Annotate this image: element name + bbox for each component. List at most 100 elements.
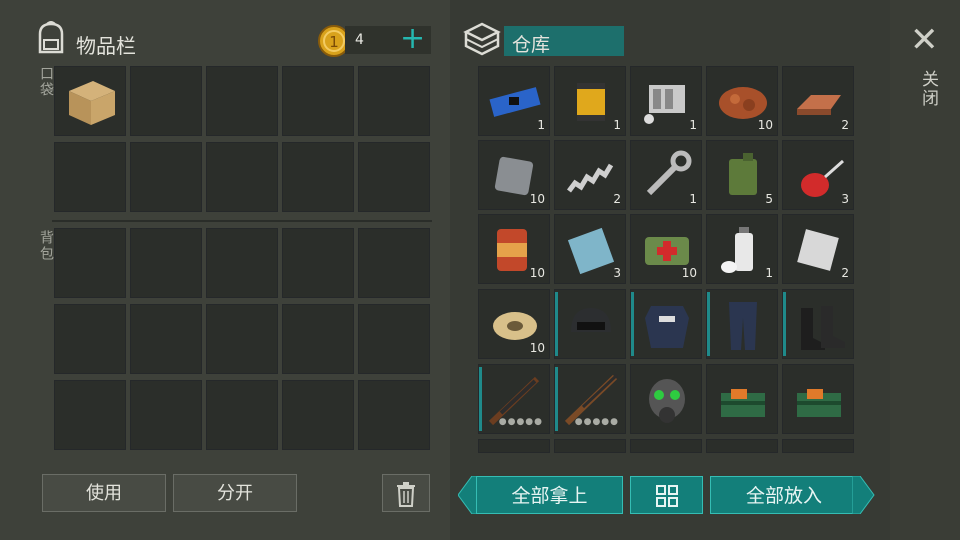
- pocket-slot[interactable]: [358, 142, 430, 212]
- trash-icon: [397, 482, 415, 507]
- item-count: 3: [841, 192, 849, 206]
- item-count: 5: [765, 192, 773, 206]
- item-count: 1: [613, 118, 621, 132]
- storage-slot[interactable]: 10: [630, 214, 702, 284]
- item-count: 3: [613, 266, 621, 280]
- close-button[interactable]: ✕: [910, 20, 939, 60]
- storage-slot[interactable]: ●●●●●: [554, 364, 626, 434]
- storage-slot[interactable]: 10: [478, 289, 550, 359]
- add-coins-button[interactable]: +: [400, 22, 425, 56]
- storage-slot[interactable]: 10: [478, 140, 550, 210]
- storage-slot[interactable]: 1: [630, 140, 702, 210]
- backpack-slot[interactable]: [358, 304, 430, 374]
- pocket-slot[interactable]: [358, 66, 430, 136]
- storage-slot[interactable]: [706, 439, 778, 453]
- storage-slot[interactable]: 2: [782, 214, 854, 284]
- backpack-slot[interactable]: [206, 228, 278, 298]
- storage-slot[interactable]: [782, 289, 854, 359]
- storage-slot[interactable]: [630, 439, 702, 453]
- backpack-slot[interactable]: [130, 228, 202, 298]
- ammo-dots: ●●●●●: [574, 417, 619, 427]
- storage-slot[interactable]: [630, 364, 702, 434]
- item-count: 2: [841, 266, 849, 280]
- backpack-slot[interactable]: [358, 228, 430, 298]
- circuit-board-icon: [489, 87, 541, 117]
- storage-slot[interactable]: [478, 439, 550, 453]
- storage-slot[interactable]: [706, 289, 778, 359]
- copper-ingot-icon: [797, 95, 841, 115]
- body-armor-icon: [645, 306, 689, 348]
- backpack-slot[interactable]: [54, 228, 126, 298]
- backpack-slot[interactable]: [130, 304, 202, 374]
- steel-sheet-icon: [797, 229, 839, 271]
- item-count: 10: [681, 266, 697, 280]
- wrench-icon: [646, 150, 692, 196]
- durability-bar: [555, 292, 558, 356]
- item-count: 2: [841, 118, 849, 132]
- pocket-slot[interactable]: [54, 66, 126, 136]
- backpack-slot[interactable]: [54, 304, 126, 374]
- item-count: 10: [529, 192, 545, 206]
- durability-bar: [707, 292, 710, 356]
- backpack-slot[interactable]: [358, 380, 430, 450]
- backpack-slot[interactable]: [206, 304, 278, 374]
- storage-slot[interactable]: 1: [478, 66, 550, 136]
- put-all-button[interactable]: 全部放入: [710, 476, 858, 514]
- storage-slot[interactable]: 10: [478, 214, 550, 284]
- storage-slot[interactable]: [554, 289, 626, 359]
- storage-slot[interactable]: 3: [554, 214, 626, 284]
- close-label[interactable]: 关闭: [916, 70, 941, 108]
- storage-slot[interactable]: [554, 439, 626, 453]
- backpack-slot[interactable]: [282, 380, 354, 450]
- pocket-slot[interactable]: [130, 142, 202, 212]
- spring-icon: [567, 163, 614, 193]
- use-button[interactable]: 使用: [42, 474, 166, 512]
- ammo-dots: ●●●●●: [498, 417, 543, 427]
- backpack-slot[interactable]: [206, 380, 278, 450]
- pocket-label: 口袋: [38, 66, 54, 98]
- item-count: 10: [757, 118, 773, 132]
- pocket-slot[interactable]: [206, 142, 278, 212]
- item-count: 2: [613, 192, 621, 206]
- storage-slot[interactable]: 1: [630, 66, 702, 136]
- pocket-slot[interactable]: [282, 142, 354, 212]
- storage-slot[interactable]: [706, 364, 778, 434]
- backpack-slot[interactable]: [54, 380, 126, 450]
- backpack-slot[interactable]: [282, 304, 354, 374]
- storage-slot[interactable]: [782, 364, 854, 434]
- item-count: 10: [529, 341, 545, 355]
- storage-slot[interactable]: 2: [782, 66, 854, 136]
- inventory-title: 物品栏: [76, 34, 136, 58]
- storage-slot[interactable]: 1: [554, 66, 626, 136]
- explosive-crate-icon: [721, 389, 765, 417]
- sort-button[interactable]: [630, 476, 703, 514]
- backpack-slot[interactable]: [282, 228, 354, 298]
- grid-sort-icon: [655, 485, 678, 507]
- backpack-slot[interactable]: [130, 380, 202, 450]
- storage-slot[interactable]: [630, 289, 702, 359]
- take-all-button[interactable]: 全部拿上: [476, 476, 623, 514]
- jerry-can-icon: [729, 153, 757, 195]
- storage-slot[interactable]: 1: [706, 214, 778, 284]
- storage-slot[interactable]: 10: [706, 66, 778, 136]
- pocket-slot[interactable]: [206, 66, 278, 136]
- item-count: 1: [689, 118, 697, 132]
- coin-count: 4: [355, 32, 364, 48]
- storage-slot[interactable]: [782, 439, 854, 453]
- pocket-slot[interactable]: [130, 66, 202, 136]
- gas-mask-icon: [649, 379, 685, 423]
- split-button[interactable]: 分开: [173, 474, 297, 512]
- oil-filter-icon: [577, 83, 605, 121]
- glass-pane-icon: [567, 227, 615, 275]
- storage-slot[interactable]: 5: [706, 140, 778, 210]
- pocket-slot[interactable]: [54, 142, 126, 212]
- storage-slot[interactable]: ●●●●●: [478, 364, 550, 434]
- delete-button[interactable]: [382, 474, 430, 512]
- storage-box-icon: [462, 20, 502, 60]
- durability-bar: [631, 292, 634, 356]
- storage-slot[interactable]: 3: [782, 140, 854, 210]
- storage-slot[interactable]: 2: [554, 140, 626, 210]
- pocket-slot[interactable]: [282, 66, 354, 136]
- item-count: 1: [765, 266, 773, 280]
- backpack-icon: [34, 20, 68, 60]
